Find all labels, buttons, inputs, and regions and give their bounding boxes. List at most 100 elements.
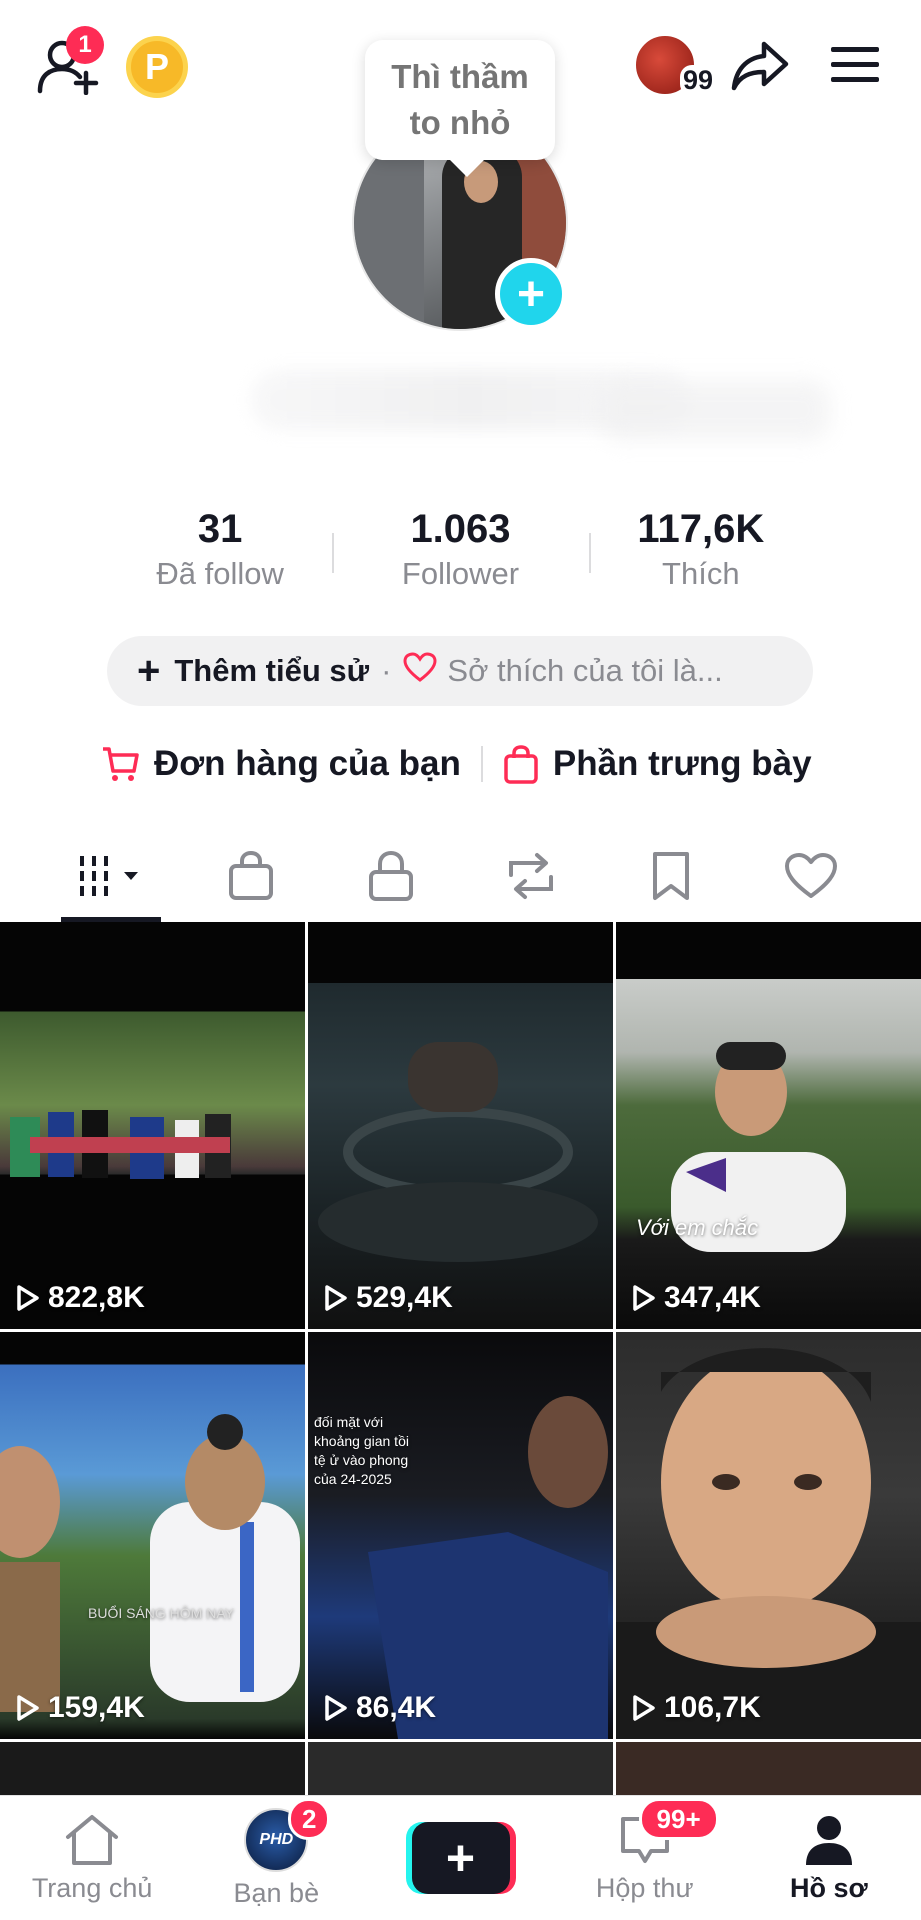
- video-scene-palm: [0, 1414, 300, 1712]
- video-thumbnail[interactable]: 106,7K: [616, 1332, 921, 1739]
- play-icon: [325, 1695, 347, 1721]
- cart-icon: [103, 747, 139, 781]
- hamburger-menu-icon: [831, 47, 879, 82]
- play-icon: [633, 1695, 655, 1721]
- video-thumbnail[interactable]: BUỔI SÁNG HÔM NAY 159,4K: [0, 1332, 305, 1739]
- share-button[interactable]: [728, 34, 792, 98]
- coin-button[interactable]: P: [126, 36, 188, 98]
- play-icon: [633, 1285, 655, 1311]
- add-avatar-button[interactable]: +: [495, 258, 567, 330]
- video-thumbnail[interactable]: đối mặt với khoảng gian tồi tệ ử vào pho…: [308, 1332, 613, 1739]
- video-thumbnail[interactable]: 529,4K: [308, 922, 613, 1329]
- coin-icon: P: [144, 46, 169, 87]
- tab-shop[interactable]: [181, 830, 321, 922]
- likes-count: 117,6K: [637, 507, 765, 551]
- likes-stat[interactable]: 117,6K Thích: [581, 505, 821, 605]
- nav-home-label: Trang chủ: [31, 1872, 153, 1903]
- tab-private[interactable]: [321, 830, 461, 922]
- notification-badge: 1: [66, 26, 104, 64]
- tab-reposts[interactable]: [461, 830, 601, 922]
- video-caption: Với em chắc: [636, 1215, 759, 1240]
- play-icon: [325, 1285, 347, 1311]
- video-scene-night: [368, 1396, 608, 1739]
- view-count-value: 86,4K: [356, 1691, 437, 1724]
- mini-avatar-counter: 99: [679, 65, 716, 96]
- tab-videos[interactable]: [41, 830, 181, 922]
- lock-icon: [369, 850, 413, 901]
- likes-label: Thích: [662, 556, 740, 591]
- nav-friends-label: Bạn bè: [233, 1877, 320, 1908]
- bubble-text-line-2: to nhỏ: [409, 104, 511, 141]
- heart-icon: [785, 853, 837, 898]
- video-caption: đối mặt với khoảng gian tồi tệ ử vào pho…: [314, 1414, 409, 1487]
- video-caption: BUỔI SÁNG HÔM NAY: [88, 1605, 234, 1621]
- heart-icon: [403, 651, 437, 691]
- orders-label: Đơn hàng của bạn: [154, 744, 461, 783]
- plus-icon: +: [411, 1822, 510, 1894]
- home-icon: [66, 1814, 119, 1865]
- share-icon: [731, 41, 789, 91]
- tab-liked[interactable]: [741, 830, 881, 922]
- stat-divider: [589, 533, 591, 573]
- video-thumbnail[interactable]: Với em chắc 347,4K: [616, 922, 921, 1329]
- video-scene-car: [318, 1042, 598, 1262]
- shop-links: Đơn hàng của bạn Phần trưng bày: [100, 736, 820, 792]
- profile-stats: 31 Đã follow 1.063 Follower 117,6K Thích: [100, 505, 821, 605]
- orders-divider: [480, 746, 483, 782]
- view-count: 86,4K: [324, 1691, 436, 1725]
- play-icon: [17, 1285, 39, 1311]
- followers-count: 1.063: [410, 507, 511, 551]
- hobby-placeholder: Sở thích của tôi là...: [447, 653, 723, 688]
- showcase-link[interactable]: Phần trưng bày: [503, 744, 812, 784]
- video-thumbnail[interactable]: 822,8K: [0, 922, 305, 1329]
- add-friend-button[interactable]: 1: [30, 26, 105, 100]
- view-count-value: 347,4K: [664, 1281, 761, 1314]
- grid-icon: [80, 856, 138, 896]
- tab-favorites[interactable]: [601, 830, 741, 922]
- view-count-value: 822,8K: [48, 1281, 145, 1314]
- create-button[interactable]: +: [405, 1822, 516, 1894]
- profile-icon: [805, 1815, 852, 1865]
- nav-profile[interactable]: Hồ sơ: [737, 1796, 921, 1920]
- view-count-value: 106,7K: [664, 1691, 761, 1724]
- bubble-text-line-1: Thì thầm: [391, 58, 529, 95]
- repost-icon: [509, 853, 553, 899]
- view-count-value: 159,4K: [48, 1691, 145, 1724]
- video-thumbnail-partial[interactable]: [616, 1742, 921, 1802]
- blurred-username-extra: [600, 380, 830, 440]
- menu-button[interactable]: [826, 40, 884, 90]
- mini-avatar-button[interactable]: 99: [633, 33, 716, 97]
- shopping-bag-icon: [229, 850, 273, 900]
- nav-create[interactable]: +: [368, 1796, 552, 1920]
- bio-separator: ·: [381, 653, 392, 688]
- showcase-label: Phần trưng bày: [552, 744, 812, 783]
- nav-friends[interactable]: PHD 2 Bạn bè: [184, 1796, 368, 1920]
- profile-tabs: [0, 830, 921, 922]
- video-scene-face: [616, 1348, 921, 1739]
- nav-inbox[interactable]: 99+ Hộp thư: [553, 1796, 737, 1920]
- video-scene-group: [10, 1110, 231, 1179]
- video-scene-field: [671, 1042, 846, 1252]
- following-stat[interactable]: 31 Đã follow: [100, 505, 340, 605]
- view-count-value: 529,4K: [356, 1281, 453, 1314]
- followers-stat[interactable]: 1.063 Follower: [340, 505, 580, 605]
- video-thumbnail-partial[interactable]: [308, 1742, 613, 1802]
- nav-home[interactable]: Trang chủ: [0, 1796, 184, 1920]
- whisper-bubble[interactable]: Thì thầm to nhỏ: [365, 40, 555, 160]
- play-icon: [17, 1695, 39, 1721]
- view-count: 529,4K: [324, 1281, 453, 1315]
- friends-badge: 2: [288, 1798, 331, 1840]
- following-count: 31: [197, 507, 243, 551]
- bio-pill[interactable]: + Thêm tiểu sử · Sở thích của tôi là...: [107, 636, 813, 706]
- followers-label: Follower: [401, 556, 520, 591]
- nav-inbox-label: Hộp thư: [595, 1872, 694, 1903]
- view-count: 106,7K: [632, 1691, 761, 1725]
- add-bio-label: Thêm tiểu sử: [174, 653, 370, 688]
- following-label: Đã follow: [156, 556, 284, 591]
- plus-icon: +: [137, 648, 161, 693]
- inbox-badge: 99+: [638, 1798, 719, 1840]
- orders-link[interactable]: Đơn hàng của bạn: [100, 744, 461, 784]
- video-thumbnail-partial[interactable]: [0, 1742, 305, 1802]
- view-count: 347,4K: [632, 1281, 761, 1315]
- view-count: 822,8K: [16, 1281, 145, 1315]
